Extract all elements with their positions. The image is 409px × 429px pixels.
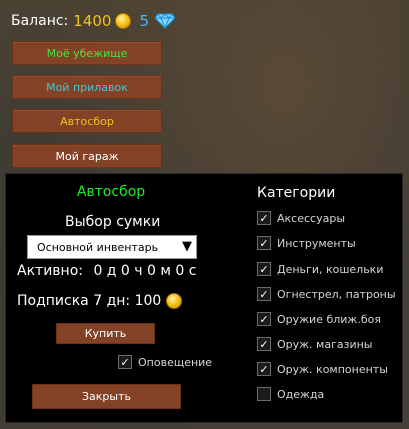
- category-checkbox[interactable]: ✓: [257, 337, 271, 351]
- menu-button-label: Мой гараж: [55, 149, 119, 163]
- bag-select-value: Основной инвентарь: [37, 240, 159, 254]
- active-label: Активно:: [17, 263, 83, 279]
- diamond-icon: [154, 13, 176, 29]
- menu-button-label: Автосбор: [60, 114, 114, 128]
- category-checkbox[interactable]: ✓: [257, 211, 271, 225]
- gold-coin-icon: [115, 13, 132, 29]
- category-row[interactable]: ✓ Инструменты: [257, 236, 356, 250]
- category-checkbox[interactable]: ✓: [257, 236, 271, 250]
- menu-button-label: Моё убежище: [46, 46, 128, 60]
- category-row[interactable]: ✓ Оружие ближ.боя: [257, 312, 381, 326]
- category-label: Деньги, кошельки: [277, 262, 384, 276]
- dropdown-arrow-icon: ▼: [182, 239, 192, 254]
- category-checkbox[interactable]: ✓: [257, 287, 271, 301]
- category-row[interactable]: Одежда: [257, 387, 324, 401]
- subscription-label: Подписка 7 дн: 100: [17, 293, 162, 309]
- category-label: Аксессуары: [277, 211, 345, 225]
- category-checkbox[interactable]: [257, 387, 271, 401]
- menu-button-garage[interactable]: Мой гараж: [12, 144, 162, 168]
- bag-select[interactable]: Основной инвентарь ▼: [27, 235, 197, 259]
- close-button-label: Закрыть: [82, 390, 131, 403]
- category-label: Оружие ближ.боя: [277, 312, 381, 326]
- active-status: Активно: 0 д 0 ч 0 м 0 с: [17, 263, 196, 279]
- notify-checkbox-row[interactable]: ✓ Оповещение: [118, 355, 212, 369]
- gold-coin-icon: [166, 293, 183, 309]
- category-row[interactable]: ✓ Аксессуары: [257, 211, 345, 225]
- buy-button[interactable]: Купить: [56, 323, 155, 344]
- balance-bar: Баланс: 1400 5: [11, 11, 176, 31]
- category-row[interactable]: ✓ Оруж. компоненты: [257, 362, 388, 376]
- category-row[interactable]: ✓ Оруж. магазины: [257, 337, 373, 351]
- bag-label: Выбор сумки: [65, 214, 161, 230]
- gold-amount: 1400: [73, 12, 112, 30]
- active-value: 0 д 0 ч 0 м 0 с: [93, 263, 197, 279]
- category-label: Инструменты: [277, 236, 356, 250]
- category-checkbox[interactable]: ✓: [257, 262, 271, 276]
- balance-label: Баланс:: [11, 13, 69, 29]
- menu-button-label: Мой прилавок: [46, 80, 128, 94]
- autocollect-panel: Автосбор Выбор сумки Основной инвентарь …: [5, 173, 403, 423]
- menu-button-shelter[interactable]: Моё убежище: [12, 41, 162, 65]
- close-button[interactable]: Закрыть: [32, 384, 181, 409]
- category-checkbox[interactable]: ✓: [257, 362, 271, 376]
- category-checkbox[interactable]: ✓: [257, 312, 271, 326]
- category-label: Одежда: [277, 387, 325, 401]
- panel-title: Автосбор: [76, 184, 146, 200]
- category-row[interactable]: ✓ Деньги, кошельки: [257, 262, 383, 276]
- gem-amount: 5: [139, 12, 150, 30]
- categories-title: Категории: [257, 185, 336, 201]
- category-label: Оруж. магазины: [277, 337, 373, 351]
- menu-button-autocollect[interactable]: Автосбор: [12, 109, 162, 133]
- subscription-row: Подписка 7 дн: 100: [17, 293, 183, 309]
- menu-button-stall[interactable]: Мой прилавок: [12, 75, 162, 99]
- category-label: Огнестрел, патроны: [277, 287, 396, 301]
- category-label: Оруж. компоненты: [277, 362, 388, 376]
- notify-label: Оповещение: [138, 355, 213, 369]
- notify-checkbox[interactable]: ✓: [118, 355, 132, 369]
- category-row[interactable]: ✓ Огнестрел, патроны: [257, 287, 396, 301]
- buy-button-label: Купить: [84, 327, 127, 340]
